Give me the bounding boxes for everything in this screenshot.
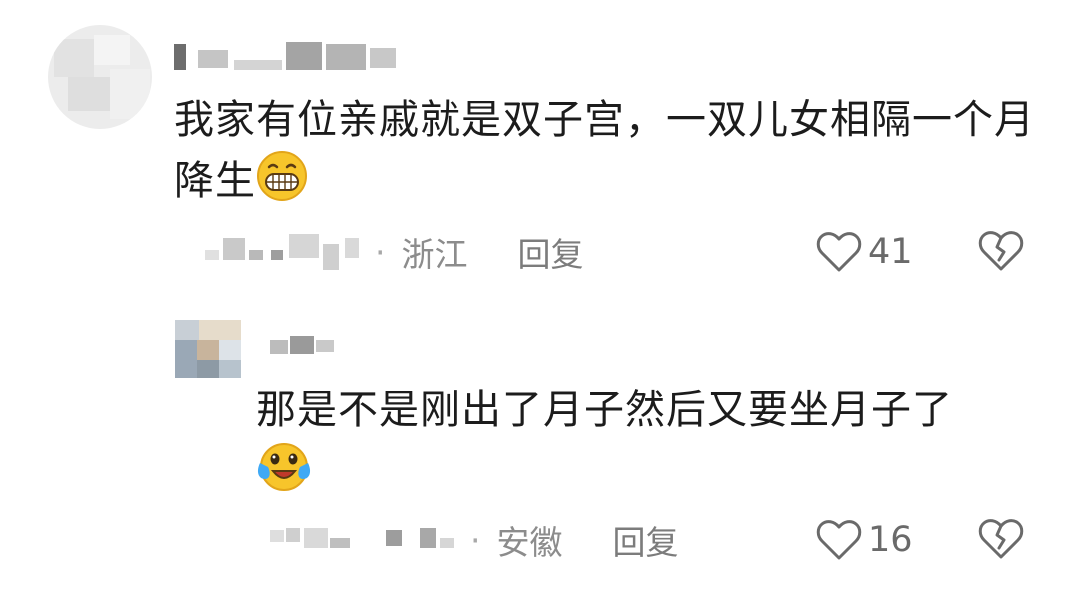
reply-button[interactable]: 回复	[613, 516, 679, 564]
timestamp-blurred	[205, 224, 365, 280]
separator-dot: ·	[470, 520, 481, 560]
location-label: 浙江	[401, 235, 468, 274]
broken-heart-icon[interactable]	[977, 228, 1025, 272]
grinning-face-emoji	[256, 150, 308, 219]
heart-outline-icon	[816, 520, 862, 560]
reply-text: 那是不是刚出了月子然后又要坐月子了	[256, 380, 1046, 510]
broken-heart-icon[interactable]	[977, 516, 1025, 560]
reply-body: 那是不是刚出了月子然后又要坐月子了	[256, 387, 953, 433]
avatar[interactable]	[175, 320, 241, 378]
comment-meta: · 浙江 回复	[205, 224, 584, 280]
reply-button[interactable]: 回复	[518, 228, 584, 276]
comment-text: 我家有位亲戚就是双子宫，一双儿女相隔一个月降生	[174, 90, 1044, 219]
reply-meta: · 安徽 回复	[270, 512, 679, 568]
laughing-crying-face-emoji	[256, 441, 312, 510]
like-count: 16	[868, 520, 913, 560]
timestamp-blurred	[270, 512, 460, 568]
like-count: 41	[868, 232, 913, 272]
location-label: 安徽	[496, 523, 563, 562]
heart-outline-icon	[816, 232, 862, 272]
separator-dot: ·	[375, 232, 386, 272]
username-blurred[interactable]	[270, 330, 360, 360]
like-button[interactable]: 16	[816, 512, 913, 568]
avatar[interactable]	[48, 25, 152, 129]
username-blurred[interactable]	[174, 38, 404, 74]
like-button[interactable]: 41	[816, 224, 913, 280]
